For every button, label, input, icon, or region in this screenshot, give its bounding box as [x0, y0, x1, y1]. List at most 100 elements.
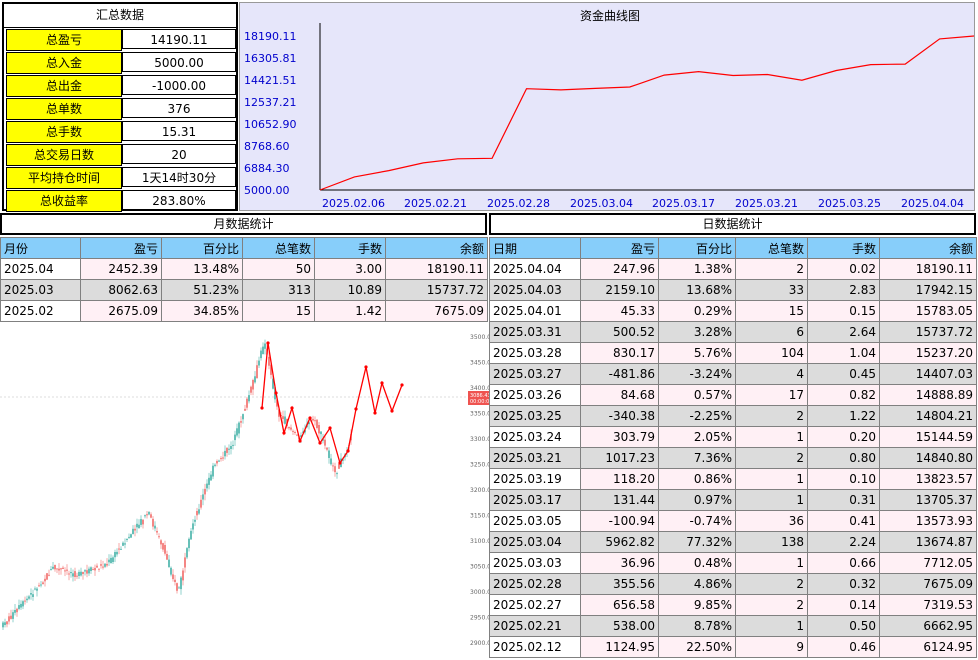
- table-cell: 10.89: [314, 279, 386, 301]
- table-row[interactable]: 2025.04.04 247.96 1.38% 2 0.02 18190.11: [489, 258, 977, 280]
- table-cell: 2025.03.17: [489, 489, 581, 511]
- table-cell: 2025.03.24: [489, 426, 581, 448]
- table-cell: 13823.57: [879, 468, 977, 490]
- table-cell: -100.94: [580, 510, 659, 532]
- candle-body: [186, 548, 188, 558]
- column-header[interactable]: 盈亏: [580, 237, 659, 259]
- table-cell: 1: [735, 489, 808, 511]
- table-row[interactable]: 2025.03.05 -100.94 -0.74% 36 0.41 13573.93: [489, 510, 977, 532]
- table-row[interactable]: 2025.03.27 -481.86 -3.24% 4 0.45 14407.03: [489, 363, 977, 385]
- table-cell: 7319.53: [879, 594, 977, 616]
- table-cell: 45.33: [580, 300, 659, 322]
- table-row[interactable]: 2025.04 2452.39 13.48% 50 3.00 18190.11: [0, 258, 488, 280]
- column-header[interactable]: 手数: [807, 237, 880, 259]
- curve-x-tick-label: 2025.03.04: [570, 197, 633, 210]
- column-header[interactable]: 余额: [385, 237, 488, 259]
- candle-body: [110, 557, 112, 563]
- candle-y-tick-label: 3400.00: [470, 385, 489, 392]
- table-cell: 2025.02.12: [489, 636, 581, 658]
- table-row[interactable]: 2025.03 8062.63 51.23% 313 10.89 15737.72: [0, 279, 488, 301]
- summary-row: 总收益率 283.80%: [4, 189, 236, 212]
- candle-body: [90, 567, 92, 571]
- curve-x-tick-label: 2025.02.21: [404, 197, 467, 210]
- curve-y-tick-label: 18190.11: [244, 30, 297, 43]
- table-row[interactable]: 2025.04.03 2159.10 13.68% 33 2.83 17942.15: [489, 279, 977, 301]
- table-cell: 36: [735, 510, 808, 532]
- table-cell: 2: [735, 594, 808, 616]
- candle-body: [84, 570, 86, 572]
- table-cell: 2.05%: [658, 426, 736, 448]
- monthly-stats-title: 月数据统计: [0, 213, 487, 235]
- candle-body: [78, 571, 80, 576]
- candle-body: [212, 465, 214, 477]
- table-row[interactable]: 2025.04.01 45.33 0.29% 15 0.15 15783.05: [489, 300, 977, 322]
- candle-body: [190, 530, 192, 540]
- table-cell: 0.45: [807, 363, 880, 385]
- table-cell: 2: [735, 573, 808, 595]
- candle-body: [156, 531, 158, 533]
- candle-body: [128, 536, 130, 538]
- table-row[interactable]: 2025.02.12 1124.95 22.50% 9 0.46 6124.95: [489, 636, 977, 658]
- table-cell: 830.17: [580, 342, 659, 364]
- table-cell: 2025.02.27: [489, 594, 581, 616]
- candle-body: [182, 570, 184, 581]
- candle-body: [180, 577, 182, 590]
- table-header-row: 日期 盈亏 百分比 总笔数 手数 余额: [489, 237, 977, 259]
- curve-y-tick-label: 14421.51: [244, 74, 297, 87]
- column-header[interactable]: 总笔数: [735, 237, 808, 259]
- candle-body: [102, 566, 104, 568]
- column-header[interactable]: 余额: [879, 237, 977, 259]
- table-cell: 0.02: [807, 258, 880, 280]
- candle-body: [154, 525, 156, 529]
- candle-body: [134, 528, 136, 531]
- candle-body: [234, 434, 236, 441]
- table-cell: 18190.11: [385, 258, 488, 280]
- table-row[interactable]: 2025.03.25 -340.38 -2.25% 2 1.22 14804.21: [489, 405, 977, 427]
- summary-value: 15.31: [122, 121, 236, 141]
- table-cell: 7675.09: [385, 300, 488, 322]
- table-row[interactable]: 2025.03.31 500.52 3.28% 6 2.64 15737.72: [489, 321, 977, 343]
- table-row[interactable]: 2025.03.19 118.20 0.86% 1 0.10 13823.57: [489, 468, 977, 490]
- column-header[interactable]: 盈亏: [80, 237, 162, 259]
- table-cell: 4.86%: [658, 573, 736, 595]
- table-cell: 6: [735, 321, 808, 343]
- table-row[interactable]: 2025.03.03 36.96 0.48% 1 0.66 7712.05: [489, 552, 977, 574]
- summary-label: 总收益率: [6, 190, 122, 212]
- table-cell: 14804.21: [879, 405, 977, 427]
- column-header[interactable]: 百分比: [161, 237, 243, 259]
- table-cell: -3.24%: [658, 363, 736, 385]
- table-cell: 303.79: [580, 426, 659, 448]
- trade-marker: [354, 407, 358, 411]
- candle-body: [20, 603, 22, 608]
- candle-body: [316, 419, 318, 428]
- candle-body: [94, 567, 96, 571]
- candle-body: [332, 465, 334, 467]
- table-row[interactable]: 2025.02 2675.09 34.85% 15 1.42 7675.09: [0, 300, 488, 322]
- table-row[interactable]: 2025.03.04 5962.82 77.32% 138 2.24 13674.87: [489, 531, 977, 553]
- column-header[interactable]: 月份: [0, 237, 81, 259]
- column-header[interactable]: 总笔数: [242, 237, 315, 259]
- summary-row: 总手数 15.31: [4, 120, 236, 143]
- table-row[interactable]: 2025.03.26 84.68 0.57% 17 0.82 14888.89: [489, 384, 977, 406]
- column-header[interactable]: 百分比: [658, 237, 736, 259]
- table-row[interactable]: 2025.02.27 656.58 9.85% 2 0.14 7319.53: [489, 594, 977, 616]
- candle-body: [106, 563, 108, 566]
- candle-body: [194, 519, 196, 522]
- table-row[interactable]: 2025.03.24 303.79 2.05% 1 0.20 15144.59: [489, 426, 977, 448]
- table-row[interactable]: 2025.03.17 131.44 0.97% 1 0.31 13705.37: [489, 489, 977, 511]
- candle-body: [16, 608, 18, 613]
- summary-value: 5000.00: [122, 52, 236, 72]
- column-header[interactable]: 日期: [489, 237, 581, 259]
- candle-body: [160, 540, 162, 545]
- column-header[interactable]: 手数: [314, 237, 386, 259]
- candle-body: [288, 427, 290, 429]
- table-row[interactable]: 2025.03.21 1017.23 7.36% 2 0.80 14840.80: [489, 447, 977, 469]
- table-cell: 2025.03.27: [489, 363, 581, 385]
- table-row[interactable]: 2025.02.21 538.00 8.78% 1 0.50 6662.95: [489, 615, 977, 637]
- table-cell: 1.42: [314, 300, 386, 322]
- table-row[interactable]: 2025.02.28 355.56 4.86% 2 0.32 7675.09: [489, 573, 977, 595]
- table-row[interactable]: 2025.03.28 830.17 5.76% 104 1.04 15237.20: [489, 342, 977, 364]
- candle-body: [222, 457, 224, 459]
- table-cell: -2.25%: [658, 405, 736, 427]
- table-cell: 15: [735, 300, 808, 322]
